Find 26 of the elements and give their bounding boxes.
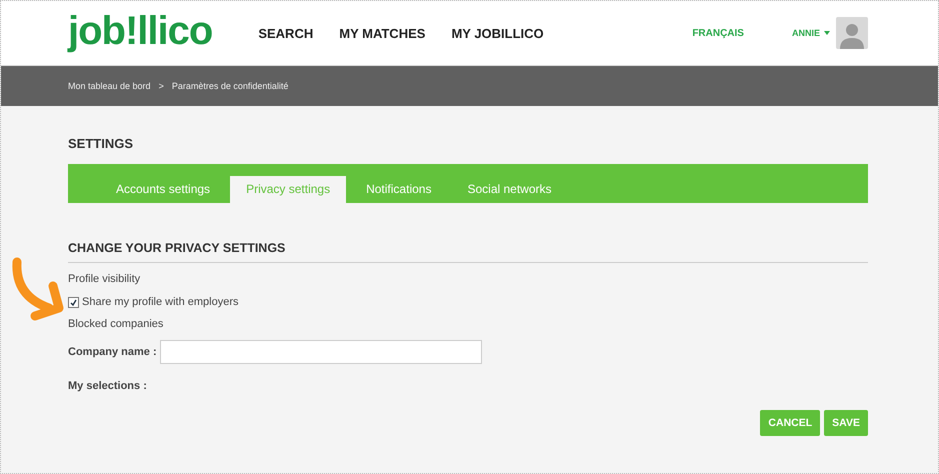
blocked-label: Blocked companies xyxy=(68,318,164,330)
selections-label: My selections : xyxy=(68,380,148,392)
breadcrumb-separator: > xyxy=(158,81,164,91)
breadcrumb-link[interactable]: Mon tableau de bord xyxy=(68,81,151,91)
user-menu[interactable]: ANNIE xyxy=(792,28,830,38)
section-heading: CHANGE YOUR PRIVACY SETTINGS xyxy=(68,241,868,263)
logo[interactable]: job!llico xyxy=(68,8,212,54)
breadcrumb-link[interactable]: Paramètres de confidentialité xyxy=(172,81,288,91)
caret-icon xyxy=(824,31,830,35)
visibility-label: Profile visibility xyxy=(68,273,142,285)
nav-link[interactable]: MY MATCHES xyxy=(339,26,426,40)
share-checkbox[interactable] xyxy=(68,296,79,308)
settings-tab[interactable]: Privacy settings xyxy=(230,176,346,203)
settings-tab[interactable]: Notifications xyxy=(350,176,448,203)
avatar[interactable] xyxy=(836,17,868,49)
company-name-field[interactable] xyxy=(160,340,482,364)
action-button[interactable]: SAVE xyxy=(824,410,868,436)
settings-tab[interactable]: Social networks xyxy=(451,176,568,203)
action-button[interactable]: CANCEL xyxy=(760,410,820,436)
language-link[interactable]: FRANÇAIS xyxy=(692,28,744,38)
checkbox-label: Share my profile with employers xyxy=(82,296,239,308)
field-label: Company name : xyxy=(68,346,157,358)
settings-title: SETTINGS xyxy=(68,136,134,151)
nav-link[interactable]: SEARCH xyxy=(258,26,314,40)
nav-link[interactable]: MY JOBILLICO xyxy=(451,26,544,40)
settings-tab[interactable]: Accounts settings xyxy=(100,176,226,203)
